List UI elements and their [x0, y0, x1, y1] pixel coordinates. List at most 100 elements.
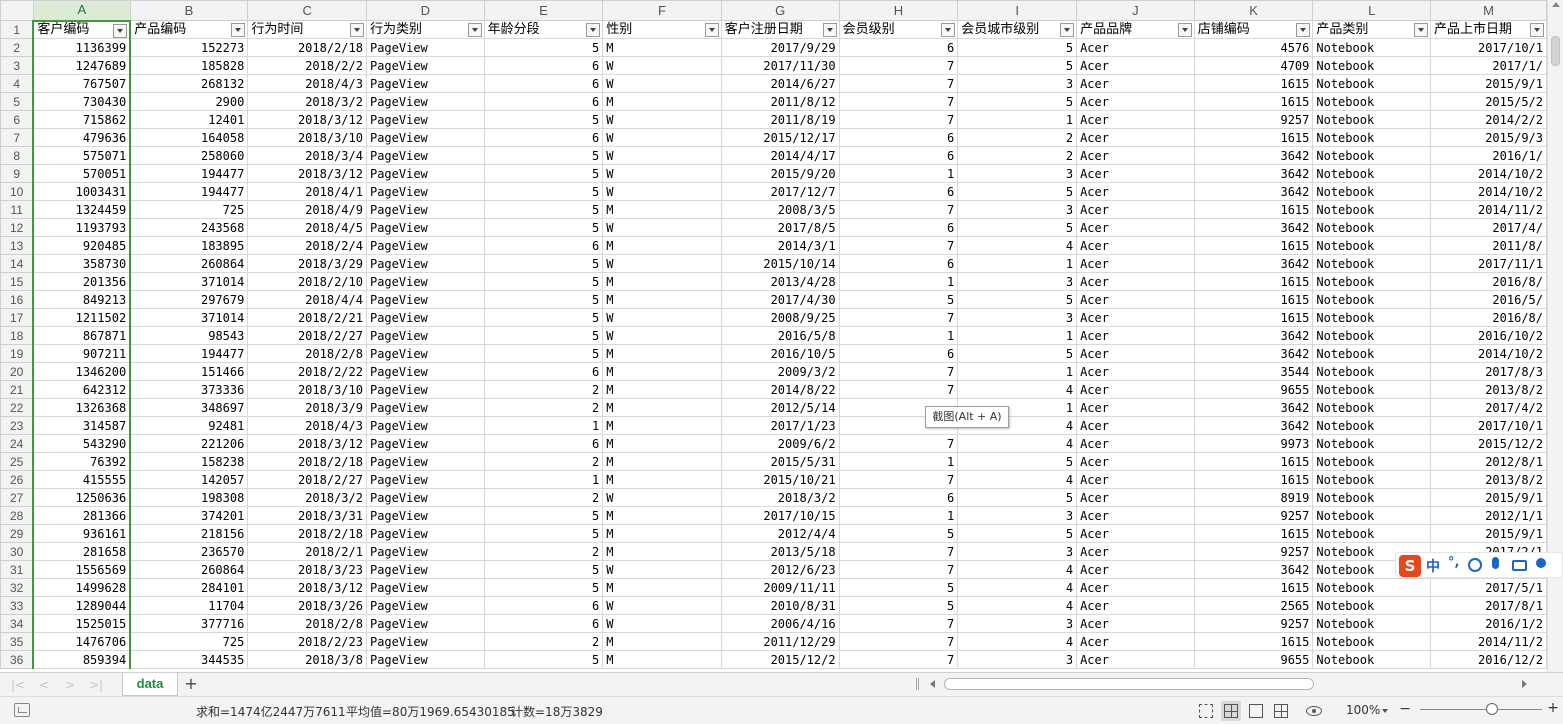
table-cell[interactable]: M: [602, 452, 722, 471]
table-cell[interactable]: PageView: [365, 362, 485, 381]
column-header[interactable]: M: [1430, 0, 1547, 21]
table-cell[interactable]: 2009/6/2: [720, 434, 840, 453]
table-cell[interactable]: 2012/5/14: [720, 398, 840, 417]
table-cell[interactable]: 371014: [129, 272, 249, 291]
table-cell[interactable]: 642312: [32, 380, 132, 399]
table-cell[interactable]: Notebook: [1312, 380, 1432, 399]
table-cell[interactable]: 2014/8/22: [720, 380, 840, 399]
macro-record-icon[interactable]: [14, 703, 30, 717]
table-cell[interactable]: 2016/5/: [1430, 290, 1547, 309]
table-cell[interactable]: 2012/1/1: [1430, 506, 1547, 525]
table-cell[interactable]: 2008/9/25: [720, 308, 840, 327]
table-cell[interactable]: 1211502: [32, 308, 132, 327]
table-cell[interactable]: Acer: [1076, 542, 1195, 561]
row-header[interactable]: 20: [0, 362, 34, 381]
table-cell[interactable]: 2014/11/2: [1430, 200, 1547, 219]
table-cell[interactable]: 194477: [129, 344, 249, 363]
table-cell[interactable]: Acer: [1076, 380, 1195, 399]
table-cell[interactable]: 377716: [129, 614, 249, 633]
table-cell[interactable]: Acer: [1076, 74, 1195, 93]
row-header[interactable]: 19: [0, 344, 34, 363]
table-cell[interactable]: 1615: [1193, 74, 1314, 93]
table-cell[interactable]: Acer: [1076, 200, 1195, 219]
sheet-tab-data[interactable]: data: [122, 673, 178, 696]
zoom-slider[interactable]: [1420, 709, 1542, 710]
table-cell[interactable]: Notebook: [1312, 128, 1432, 147]
ime-punctuation-toggle[interactable]: °,: [1448, 555, 1459, 570]
ime-toolbar[interactable]: S 中 °,: [1395, 552, 1563, 578]
filter-dropdown-icon[interactable]: [1060, 23, 1075, 37]
table-cell[interactable]: 1: [957, 362, 1078, 381]
table-cell[interactable]: 2018/4/5: [247, 218, 367, 237]
table-cell[interactable]: 2017/9/29: [720, 38, 840, 57]
table-cell[interactable]: 2017/10/1: [1430, 416, 1547, 435]
table-cell[interactable]: M: [602, 470, 722, 489]
table-cell[interactable]: Acer: [1076, 290, 1195, 309]
table-cell[interactable]: Acer: [1076, 470, 1195, 489]
split-handle-icon[interactable]: [916, 678, 919, 690]
header-cell[interactable]: 客户注册日期: [720, 20, 840, 39]
horizontal-scrollbar[interactable]: [916, 676, 1545, 692]
table-cell[interactable]: 3: [957, 506, 1078, 525]
table-cell[interactable]: 12401: [129, 110, 249, 129]
table-cell[interactable]: 1: [957, 110, 1078, 129]
table-cell[interactable]: Acer: [1076, 434, 1195, 453]
column-header[interactable]: F: [602, 0, 722, 21]
table-cell[interactable]: PageView: [365, 272, 485, 291]
table-cell[interactable]: 1525015: [32, 614, 132, 633]
table-cell[interactable]: 2015/10/14: [720, 254, 840, 273]
table-cell[interactable]: PageView: [365, 200, 485, 219]
row-header[interactable]: 9: [0, 164, 34, 183]
table-cell[interactable]: PageView: [365, 416, 485, 435]
filter-dropdown-icon[interactable]: [941, 23, 956, 37]
table-cell[interactable]: 7: [838, 200, 959, 219]
table-cell[interactable]: M: [602, 272, 722, 291]
table-cell[interactable]: 5: [483, 200, 604, 219]
table-cell[interactable]: PageView: [365, 56, 485, 75]
table-cell[interactable]: 9257: [1193, 614, 1314, 633]
table-cell[interactable]: 5: [957, 524, 1078, 543]
table-cell[interactable]: Acer: [1076, 56, 1195, 75]
table-cell[interactable]: 3: [957, 650, 1078, 669]
row-header[interactable]: 13: [0, 236, 34, 255]
table-cell[interactable]: 344535: [129, 650, 249, 669]
table-cell[interactable]: 2017/8/5: [720, 218, 840, 237]
table-cell[interactable]: 260864: [129, 560, 249, 579]
table-cell[interactable]: M: [602, 506, 722, 525]
row-header[interactable]: 2: [0, 38, 34, 57]
row-header[interactable]: 28: [0, 506, 34, 525]
table-cell[interactable]: 5: [483, 650, 604, 669]
row-header[interactable]: 5: [0, 92, 34, 111]
table-cell[interactable]: 6: [838, 128, 959, 147]
table-cell[interactable]: 6: [483, 614, 604, 633]
table-cell[interactable]: 5: [483, 164, 604, 183]
table-cell[interactable]: 2016/1/: [1430, 146, 1547, 165]
table-cell[interactable]: 2014/2/2: [1430, 110, 1547, 129]
table-cell[interactable]: M: [602, 236, 722, 255]
table-cell[interactable]: 1: [483, 470, 604, 489]
table-cell[interactable]: 1615: [1193, 290, 1314, 309]
table-cell[interactable]: 76392: [32, 452, 132, 471]
header-cell[interactable]: 产品品牌: [1076, 20, 1195, 39]
filter-dropdown-icon[interactable]: [467, 23, 482, 37]
table-cell[interactable]: 3642: [1193, 560, 1314, 579]
header-cell[interactable]: 行为类别: [365, 20, 485, 39]
table-cell[interactable]: Notebook: [1312, 146, 1432, 165]
page-break-icon[interactable]: [1271, 701, 1291, 721]
table-cell[interactable]: 218156: [129, 524, 249, 543]
table-cell[interactable]: Notebook: [1312, 218, 1432, 237]
table-cell[interactable]: 2013/5/18: [720, 542, 840, 561]
table-cell[interactable]: Acer: [1076, 236, 1195, 255]
row-header[interactable]: 7: [0, 128, 34, 147]
table-cell[interactable]: 201356: [32, 272, 132, 291]
row-header[interactable]: 22: [0, 398, 34, 417]
table-cell[interactable]: 5: [483, 506, 604, 525]
table-cell[interactable]: 7: [838, 650, 959, 669]
table-cell[interactable]: 2: [483, 542, 604, 561]
table-cell[interactable]: 2015/9/1: [1430, 488, 1547, 507]
table-cell[interactable]: 4: [957, 632, 1078, 651]
table-cell[interactable]: 6: [483, 92, 604, 111]
table-cell[interactable]: 3: [957, 308, 1078, 327]
zoom-in-button[interactable]: +: [1546, 701, 1560, 715]
table-cell[interactable]: W: [602, 56, 722, 75]
